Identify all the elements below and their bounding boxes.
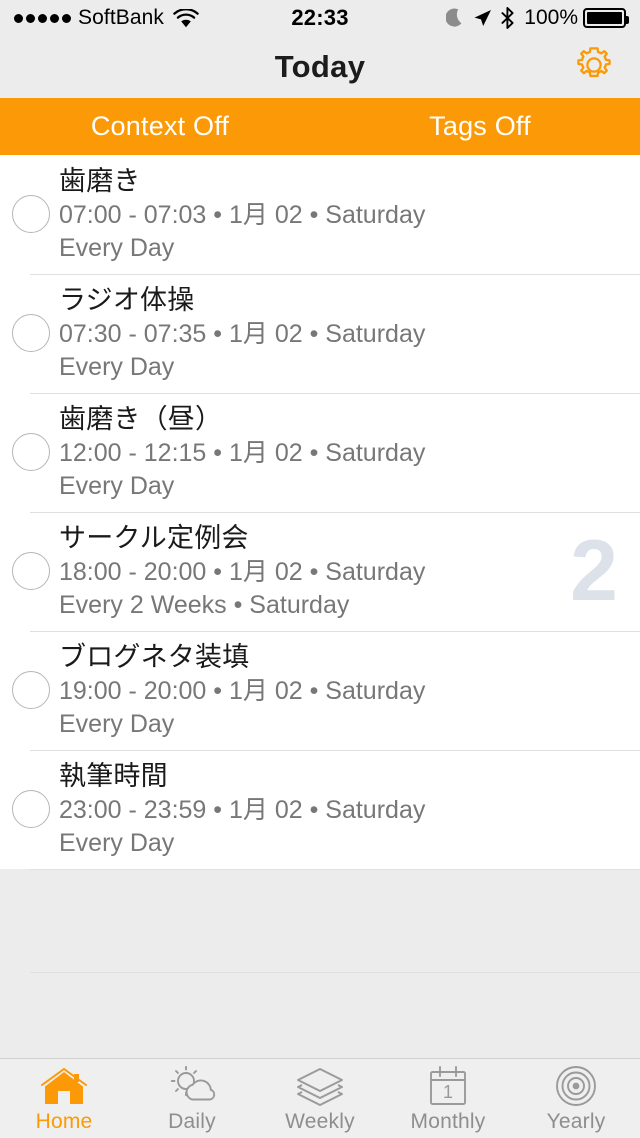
task-checkbox[interactable] <box>12 195 50 234</box>
empty-row <box>0 868 640 972</box>
signal-strength-dots <box>14 13 71 23</box>
task-list: 歯磨き 07:00 - 07:03 • 1月 02 • Saturday Every… <box>0 155 640 869</box>
app-root: SoftBank 22:33 100% Today Context Off Ta… <box>0 0 640 1138</box>
page-title: Today <box>274 49 366 84</box>
bluetooth-icon <box>500 7 515 29</box>
task-row-body: ラジオ体操 07:30 - 07:35 • 1月 02 • Saturday Eve… <box>58 274 640 393</box>
signal-dot <box>14 13 23 23</box>
repeat-interval-badge: 2 <box>570 523 618 620</box>
task-row[interactable]: ブログネタ装填 19:00 - 20:00 • 1月 02 • Saturday E… <box>0 630 640 750</box>
checkbox-cell <box>0 195 58 234</box>
task-list-scroll-area[interactable]: 歯磨き 07:00 - 07:03 • 1月 02 • Saturday Every… <box>0 155 640 1058</box>
tab-label: Yearly <box>546 1109 606 1133</box>
task-schedule: 07:30 - 07:35 • 1月 02 • Saturday <box>59 320 426 349</box>
tab-yearly[interactable]: Yearly <box>512 1059 640 1138</box>
checkbox-cell <box>0 314 58 353</box>
task-title: ブログネタ装填 <box>59 641 250 672</box>
empty-row <box>0 971 640 1058</box>
status-bar-left: SoftBank <box>14 6 206 30</box>
empty-placeholder-area <box>0 868 640 1058</box>
task-title: 執筆時間 <box>59 760 168 791</box>
task-row[interactable]: サークル定例会 18:00 - 20:00 • 1月 02 • Saturday E… <box>0 511 640 631</box>
task-repeat: Every Day <box>59 829 175 858</box>
task-row[interactable]: 歯磨き（昼） 12:00 - 12:15 • 1月 02 • Saturday Ev… <box>0 392 640 512</box>
task-row-body: 歯磨き 07:00 - 07:03 • 1月 02 • Saturday Every… <box>58 155 640 274</box>
tab-monthly[interactable]: 1 Monthly <box>384 1059 512 1138</box>
tab-label: Weekly <box>285 1109 355 1133</box>
task-repeat: Every Day <box>59 353 175 382</box>
location-arrow-icon <box>472 8 493 29</box>
tab-label: Daily <box>168 1109 216 1133</box>
signal-dot <box>26 13 35 23</box>
task-title: サークル定例会 <box>59 522 249 553</box>
task-title: 歯磨き <box>59 166 141 196</box>
signal-dot <box>50 13 59 23</box>
task-schedule: 23:00 - 23:59 • 1月 02 • Saturday <box>59 796 426 825</box>
task-title: 歯磨き（昼） <box>59 403 223 434</box>
settings-button[interactable] <box>570 43 618 91</box>
signal-dot <box>62 13 71 23</box>
task-checkbox[interactable] <box>12 314 50 353</box>
tab-label: Home <box>35 1109 93 1133</box>
tab-home[interactable]: Home <box>0 1059 128 1138</box>
target-rings-icon <box>554 1065 598 1108</box>
task-row[interactable]: 歯磨き 07:00 - 07:03 • 1月 02 • Saturday Every… <box>0 155 640 274</box>
calendar-icon: 1 <box>425 1065 471 1108</box>
gear-icon <box>572 43 616 92</box>
signal-dot <box>38 13 47 23</box>
task-repeat: Every Day <box>59 472 175 501</box>
task-row-body: 歯磨き（昼） 12:00 - 12:15 • 1月 02 • Saturday Ev… <box>58 393 640 512</box>
house-icon <box>38 1066 90 1108</box>
checkbox-cell <box>0 552 58 591</box>
status-bar-right: 100% <box>446 6 629 30</box>
svg-text:1: 1 <box>443 1082 453 1102</box>
task-title: ラジオ体操 <box>59 284 195 315</box>
wifi-icon <box>173 8 199 28</box>
tab-daily[interactable]: Daily <box>128 1059 256 1138</box>
task-checkbox[interactable] <box>12 552 50 591</box>
moon-icon <box>446 8 465 29</box>
task-schedule: 12:00 - 12:15 • 1月 02 • Saturday <box>59 439 426 468</box>
bottom-tab-bar: Home Daily Weekly 1 Monthly Yearly <box>0 1058 640 1138</box>
task-row-body: 執筆時間 23:00 - 23:59 • 1月 02 • Saturday Ever… <box>58 750 640 869</box>
checkbox-cell <box>0 433 58 472</box>
task-repeat: Every Day <box>59 710 175 739</box>
checkbox-cell <box>0 671 58 710</box>
battery-percent-label: 100% <box>524 6 578 29</box>
filter-segmented-bar: Context Off Tags Off <box>0 98 640 155</box>
tab-weekly[interactable]: Weekly <box>256 1059 384 1138</box>
task-schedule: 07:00 - 07:03 • 1月 02 • Saturday <box>59 201 426 230</box>
tab-label: Monthly <box>410 1109 486 1133</box>
navigation-bar: Today <box>0 36 640 98</box>
task-row[interactable]: ラジオ体操 07:30 - 07:35 • 1月 02 • Saturday Eve… <box>0 273 640 393</box>
task-row[interactable]: 執筆時間 23:00 - 23:59 • 1月 02 • Saturday Ever… <box>0 749 640 869</box>
task-checkbox[interactable] <box>12 433 50 472</box>
task-repeat: Every Day <box>59 234 175 263</box>
context-toggle-button[interactable]: Context Off <box>0 98 320 155</box>
checkbox-cell <box>0 790 58 829</box>
status-bar: SoftBank 22:33 100% <box>0 0 640 36</box>
task-repeat: Every 2 Weeks • Saturday <box>59 591 350 620</box>
task-schedule: 19:00 - 20:00 • 1月 02 • Saturday <box>59 677 426 706</box>
task-row-body: ブログネタ装填 19:00 - 20:00 • 1月 02 • Saturday E… <box>58 631 640 750</box>
layers-icon <box>294 1066 346 1108</box>
task-row-body: サークル定例会 18:00 - 20:00 • 1月 02 • Saturday E… <box>58 512 640 631</box>
task-schedule: 18:00 - 20:00 • 1月 02 • Saturday <box>59 558 426 587</box>
sun-cloud-icon <box>165 1065 219 1108</box>
battery-icon <box>583 8 629 28</box>
tags-toggle-button[interactable]: Tags Off <box>320 98 640 155</box>
task-checkbox[interactable] <box>12 671 50 710</box>
task-checkbox[interactable] <box>12 790 50 829</box>
carrier-label: SoftBank <box>78 6 165 29</box>
